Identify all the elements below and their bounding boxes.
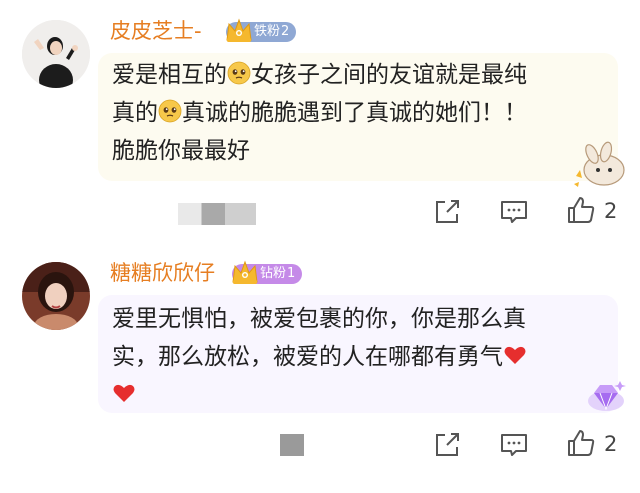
like-count: 2 [604, 199, 618, 223]
comment-icon[interactable] [499, 430, 529, 460]
comment-item: 皮皮芝士- 铁粉 2 爱是相互的 女孩子之间的友谊就是最纯 真的 真诚的脆脆遇到了真… [0, 0, 640, 245]
text-segment: 女孩子之间的友谊就是最纯 [251, 62, 527, 88]
fan-badge[interactable]: 铁粉 2 [226, 18, 297, 42]
crown-icon [226, 18, 252, 42]
comment-text: 爱是相互的 女孩子之间的友谊就是最纯 真的 真诚的脆脆遇到了真诚的她们！！ 脆脆你最… [112, 56, 527, 170]
badge-level: 1 [287, 266, 296, 281]
comment-line: 爱是相互的 女孩子之间的友谊就是最纯 [112, 56, 527, 94]
comment-line: 爱里无惧怕，被爱包裹的你，你是那么真 [112, 300, 527, 338]
text-segment: 爱里无惧怕，被爱包裹的你，你是那么真 [112, 306, 526, 332]
comment-item: 糖糖欣欣仔 钻粉 1 爱里无惧怕，被爱包裹的你，你是那么真 实，那么放松，被爱的… [0, 245, 640, 493]
comment-line [112, 376, 527, 414]
comment-icon[interactable] [499, 197, 529, 227]
badge-label: 铁粉 [254, 24, 281, 39]
username[interactable]: 糖糖欣欣仔 [110, 261, 215, 285]
share-icon[interactable] [432, 430, 462, 460]
badge-label: 钻粉 [260, 266, 287, 281]
text-segment: 爱是相互的 [112, 62, 227, 88]
fan-badge[interactable]: 钻粉 1 [232, 260, 303, 284]
comment-line: 脆脆你最最好 [112, 132, 527, 170]
text-segment: 脆脆你最最好 [112, 138, 250, 164]
comment-text: 爱里无惧怕，被爱包裹的你，你是那么真 实，那么放松，被爱的人在哪都有勇气 [112, 300, 527, 414]
crown-icon [232, 260, 258, 284]
ip-location-blurred [178, 203, 256, 225]
like-icon[interactable] [566, 195, 596, 225]
red-heart-icon [504, 346, 526, 364]
comment-line: 实，那么放松，被爱的人在哪都有勇气 [112, 338, 527, 376]
badge-level: 2 [281, 24, 290, 39]
share-icon[interactable] [432, 197, 462, 227]
comment-line: 真的 真诚的脆脆遇到了真诚的她们！！ [112, 94, 527, 132]
bunny-sticker-icon [574, 141, 625, 187]
text-segment: 真诚的脆脆遇到了真诚的她们！！ [182, 100, 527, 126]
avatar[interactable] [22, 20, 90, 88]
avatar[interactable] [22, 262, 90, 330]
username[interactable]: 皮皮芝士- [110, 19, 202, 43]
red-heart-icon [113, 384, 135, 402]
pleading-face-icon [158, 99, 182, 123]
like-icon[interactable] [566, 428, 596, 458]
pleading-face-icon [227, 61, 251, 85]
like-count: 2 [604, 432, 618, 456]
purple-diamond-sticker-icon [588, 381, 626, 411]
text-segment: 真的 [112, 100, 158, 126]
ip-location-blurred [280, 434, 304, 456]
text-segment: 实，那么放松，被爱的人在哪都有勇气 [112, 344, 503, 370]
